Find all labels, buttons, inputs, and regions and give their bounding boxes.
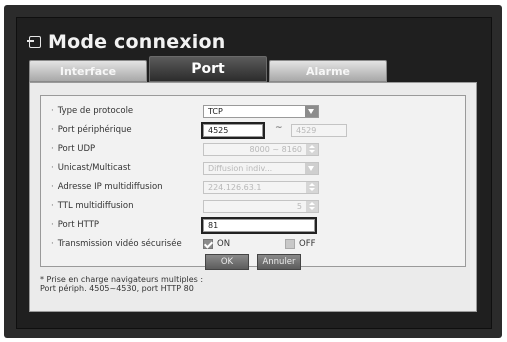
udp-port-value: 8000 ~ 8160 [249,145,302,154]
multicast-ttl-label: TTL multidiffusion [51,197,134,215]
row-protocol-type: Type de protocole TCP [41,102,465,120]
multicast-ttl-input: 5 [203,200,319,213]
row-multicast-ttl: TTL multidiffusion 5 [41,197,465,215]
row-secure-video: Transmission vidéo sécurisée ON OFF [41,235,465,253]
tab-interface[interactable]: Interface [29,60,147,82]
tab-port[interactable]: Port [149,56,267,82]
udp-port-input: 8000 ~ 8160 [203,143,319,156]
multicast-ip-value: 224.126.63.1 [208,183,262,192]
multicast-ttl-value: 5 [296,202,302,211]
tab-bar: Interface Port Alarme [29,56,391,82]
stepper-icon [306,144,318,155]
secure-video-on-checkbox[interactable] [203,239,213,249]
unicast-multicast-value: Diffusion indiv... [208,164,273,173]
device-port-end-input: 4529 [291,124,347,137]
tab-alarme[interactable]: Alarme [269,60,387,82]
http-port-input[interactable]: 81 [201,217,317,234]
note-line-1: * Prise en charge navigateurs multiples … [40,275,204,284]
unicast-multicast-label: Unicast/Multicast [51,159,131,177]
protocol-type-label: Type de protocole [51,102,133,120]
multicast-ip-input: 224.126.63.1 [203,181,319,194]
title-bar: Mode connexion [27,28,226,56]
protocol-type-value: TCP [208,107,223,116]
device-port-input[interactable]: 4525 [201,122,265,139]
udp-port-label: Port UDP [51,140,95,158]
secure-video-label: Transmission vidéo sécurisée [51,235,182,253]
stepper-icon [306,201,318,212]
row-device-port: Port périphérique 4525 ~ 4529 [41,121,465,139]
chevron-down-icon [305,106,318,117]
dialog-window: Mode connexion Interface Port Alarme Typ… [16,17,492,329]
secure-video-off-label: OFF [299,239,316,249]
stepper-icon [306,182,318,193]
device-port-label: Port périphérique [51,121,132,139]
row-http-port: Port HTTP 81 [41,216,465,234]
dialog-title: Mode connexion [48,31,226,53]
row-udp-port: Port UDP 8000 ~ 8160 [41,140,465,158]
secure-video-off-checkbox[interactable] [285,239,295,249]
note-line-2: Port périph. 4505~4530, port HTTP 80 [40,284,194,293]
unicast-multicast-select: Diffusion indiv... [203,162,319,175]
secure-video-on-label: ON [217,239,231,249]
browser-support-note: * Prise en charge navigateurs multiples … [40,275,203,293]
ok-button[interactable]: OK [205,254,249,270]
row-multicast-ip: Adresse IP multidiffusion 224.126.63.1 [41,178,465,196]
protocol-type-select[interactable]: TCP [203,105,319,118]
http-port-label: Port HTTP [51,216,99,234]
row-unicast-multicast: Unicast/Multicast Diffusion indiv... [41,159,465,177]
settings-group: Type de protocole TCP Port périphérique … [40,95,466,267]
exit-icon[interactable] [27,36,41,48]
cancel-button[interactable]: Annuler [257,254,301,270]
port-settings-panel: Type de protocole TCP Port périphérique … [29,82,477,312]
chevron-down-icon [305,163,318,174]
multicast-ip-label: Adresse IP multidiffusion [51,178,163,196]
dialog-frame: Mode connexion Interface Port Alarme Typ… [4,5,502,338]
range-separator: ~ [275,123,283,133]
